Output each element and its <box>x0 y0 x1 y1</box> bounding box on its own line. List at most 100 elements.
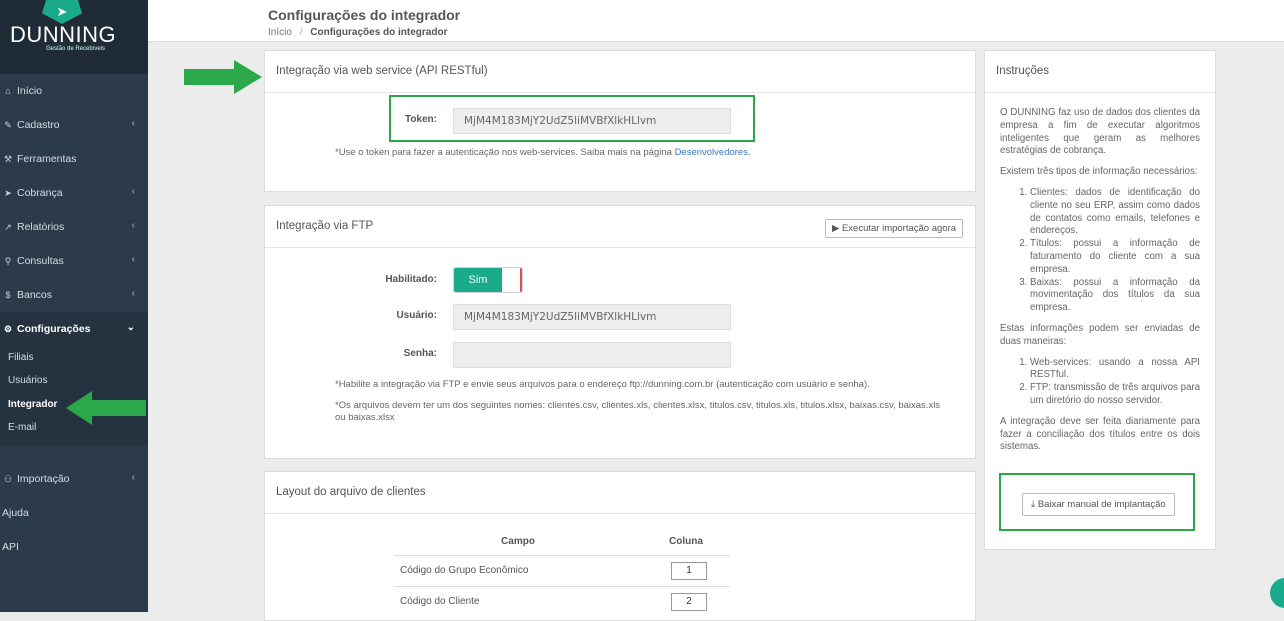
run-import-button[interactable]: ▶ Executar importação agora <box>825 219 964 238</box>
list-item: Clientes: dados de identificação do clie… <box>1030 187 1200 238</box>
sidebar-item-label: Configurações <box>17 323 91 335</box>
brand-tagline: Gestão de Recebíveis <box>46 46 106 52</box>
users-icon: ⚇ <box>3 473 13 484</box>
sidebar-item-label: API <box>2 541 19 553</box>
sidebar-item-label: Importação <box>17 473 70 485</box>
breadcrumb-home-link[interactable]: Início <box>268 27 292 38</box>
webservice-note-text: *Use o token para fazer a autenticação n… <box>335 147 675 158</box>
sidebar-item-label: Ajuda <box>2 507 29 519</box>
sidebar-subitem-integrador[interactable]: Integrador <box>8 399 57 410</box>
sidebar-item-label: Cadastro <box>17 119 60 131</box>
sidebar-item-importacao[interactable]: ⚇ Importação ‹ <box>0 462 148 496</box>
logo-mark-icon: ➤ <box>42 0 82 24</box>
sidebar-item-api[interactable]: API <box>0 530 148 564</box>
chevron-left-icon: ‹ <box>131 118 135 129</box>
instructions-panel: Instruções O DUNNING faz uso de dados do… <box>984 50 1216 550</box>
chevron-left-icon: ‹ <box>131 472 135 483</box>
page-title: Configurações do integrador <box>268 7 461 23</box>
coluna-input[interactable]: 1 <box>671 561 707 580</box>
token-highlight-box <box>389 95 755 142</box>
instructions-body: O DUNNING faz uso de dados dos clientes … <box>985 93 1215 454</box>
wrench-icon: ⚒ <box>3 153 13 164</box>
instructions-paragraph: O DUNNING faz uso de dados dos clientes … <box>1000 107 1200 157</box>
desenvolvedores-link[interactable]: Desenvolvedores <box>675 147 748 158</box>
sidebar-item-configuracoes[interactable]: ⚙ Configurações ⌄ <box>0 312 148 346</box>
sidebar-item-label: Relatórios <box>17 221 65 233</box>
sidebar-item-consultas[interactable]: ⚲ Consultas ‹ <box>0 244 148 278</box>
list-item: Baixas: possui a informação da movimenta… <box>1030 277 1200 315</box>
user-label: Usuário: <box>396 310 437 321</box>
sidebar: ➤ DUNNING Gestão de Recebíveis ⌂ Início ✎… <box>0 0 148 612</box>
webservice-note: *Use o token para fazer a autenticação n… <box>335 147 955 159</box>
instructions-paragraph: Estas informações podem ser enviadas de … <box>1000 322 1200 347</box>
column-header-coluna: Coluna <box>669 536 703 548</box>
chart-icon: ↗ <box>4 221 12 232</box>
webservice-note-suffix: . <box>747 147 751 158</box>
sidebar-item-cadastro[interactable]: ✎ Cadastro ‹ <box>0 108 148 142</box>
page-header: Configurações do integrador Início / Con… <box>148 0 1284 42</box>
edit-icon: ✎ <box>4 119 12 130</box>
annotation-arrow-right-icon <box>184 60 262 94</box>
layout-panel-title: Layout do arquivo de clientes <box>265 472 975 514</box>
chat-widget-icon[interactable] <box>1270 578 1284 608</box>
home-icon: ⌂ <box>5 86 11 96</box>
chevron-left-icon: ‹ <box>131 288 135 299</box>
send-methods-list: Web-services: usando a nossa API RESTful… <box>1000 357 1200 408</box>
list-item: Títulos: possui a informação de faturame… <box>1030 238 1200 276</box>
dollar-icon: $ <box>5 290 11 300</box>
brand-logo[interactable]: ➤ DUNNING Gestão de Recebíveis <box>0 0 148 74</box>
ftp-password-field[interactable] <box>453 342 731 368</box>
sidebar-subitem-filiais[interactable]: Filiais <box>8 352 34 363</box>
sidebar-item-label: Cobrança <box>17 187 63 199</box>
run-import-button-label: Executar importação agora <box>841 223 957 234</box>
coluna-input[interactable]: 2 <box>671 592 707 611</box>
search-icon: ⚲ <box>4 255 12 266</box>
ftp-user-field[interactable]: MjM4M183MjY2UdZ5liMVBfXlkHLlvm <box>453 304 731 330</box>
sidebar-item-inicio[interactable]: ⌂ Início <box>0 74 148 108</box>
toggle-off-edge <box>520 268 522 292</box>
ftp-enabled-toggle[interactable]: Sim <box>453 267 523 293</box>
breadcrumb-current: Configurações do integrador <box>310 27 448 38</box>
column-header-campo: Campo <box>501 536 535 548</box>
enabled-label: Habilitado: <box>385 274 437 285</box>
sidebar-item-ajuda[interactable]: Ajuda <box>0 496 148 530</box>
sidebar-subitem-usuarios[interactable]: Usuários <box>8 375 47 386</box>
list-item: FTP: transmissão de três arquivos para u… <box>1030 382 1200 408</box>
ftp-panel: Integração via FTP ▶ Executar importação… <box>264 205 976 459</box>
layout-panel: Layout do arquivo de clientes Campo Colu… <box>264 471 976 621</box>
chevron-left-icon: ‹ <box>131 254 135 265</box>
download-highlight-box <box>999 473 1195 531</box>
ftp-note-2: *Os arquivos devem ter um dos seguintes … <box>335 400 941 423</box>
chevron-left-icon: ‹ <box>131 220 135 231</box>
play-icon: ▶ <box>832 223 842 234</box>
chevron-down-icon: ⌄ <box>126 322 135 333</box>
chevron-left-icon: ‹ <box>131 186 135 197</box>
webservice-panel-title: Integração via web service (API RESTful) <box>265 51 975 93</box>
campo-cell: Código do Cliente <box>394 585 642 617</box>
list-item: Web-services: usando a nossa API RESTful… <box>1030 357 1200 383</box>
send-icon: ➤ <box>4 187 12 198</box>
sidebar-item-label: Ferramentas <box>17 153 77 165</box>
webservice-panel: Integração via web service (API RESTful)… <box>264 50 976 192</box>
breadcrumb-separator: / <box>299 27 303 38</box>
annotation-arrow-left-icon <box>66 391 146 425</box>
sidebar-subitem-email[interactable]: E-mail <box>8 422 36 433</box>
instructions-title: Instruções <box>985 51 1215 93</box>
sidebar-item-ferramentas[interactable]: ⚒ Ferramentas <box>0 142 148 176</box>
campo-cell: Código do Grupo Econômico <box>394 554 642 586</box>
toggle-on-label: Sim <box>454 268 502 292</box>
table-header-row: Campo Coluna <box>394 529 730 555</box>
sidebar-item-bancos[interactable]: $ Bancos ‹ <box>0 278 148 312</box>
table-row: Código do Grupo Econômico 1 <box>394 554 730 586</box>
sidebar-item-label: Início <box>17 85 43 97</box>
breadcrumb: Início / Configurações do integrador <box>268 27 447 38</box>
sidebar-item-label: Consultas <box>17 255 64 267</box>
ftp-note-1: *Habilite a integração via FTP e envie s… <box>335 379 870 390</box>
sidebar-item-relatorios[interactable]: ↗ Relatórios ‹ <box>0 210 148 244</box>
gear-icon: ⚙ <box>3 323 13 334</box>
sidebar-item-cobranca[interactable]: ➤ Cobrança ‹ <box>0 176 148 210</box>
instructions-paragraph: Existem três tipos de informação necessá… <box>1000 166 1198 178</box>
sidebar-item-label: Bancos <box>17 289 53 301</box>
layout-table: Campo Coluna Código do Grupo Econômico 1… <box>394 529 730 617</box>
brand-name: DUNNING <box>10 22 117 47</box>
